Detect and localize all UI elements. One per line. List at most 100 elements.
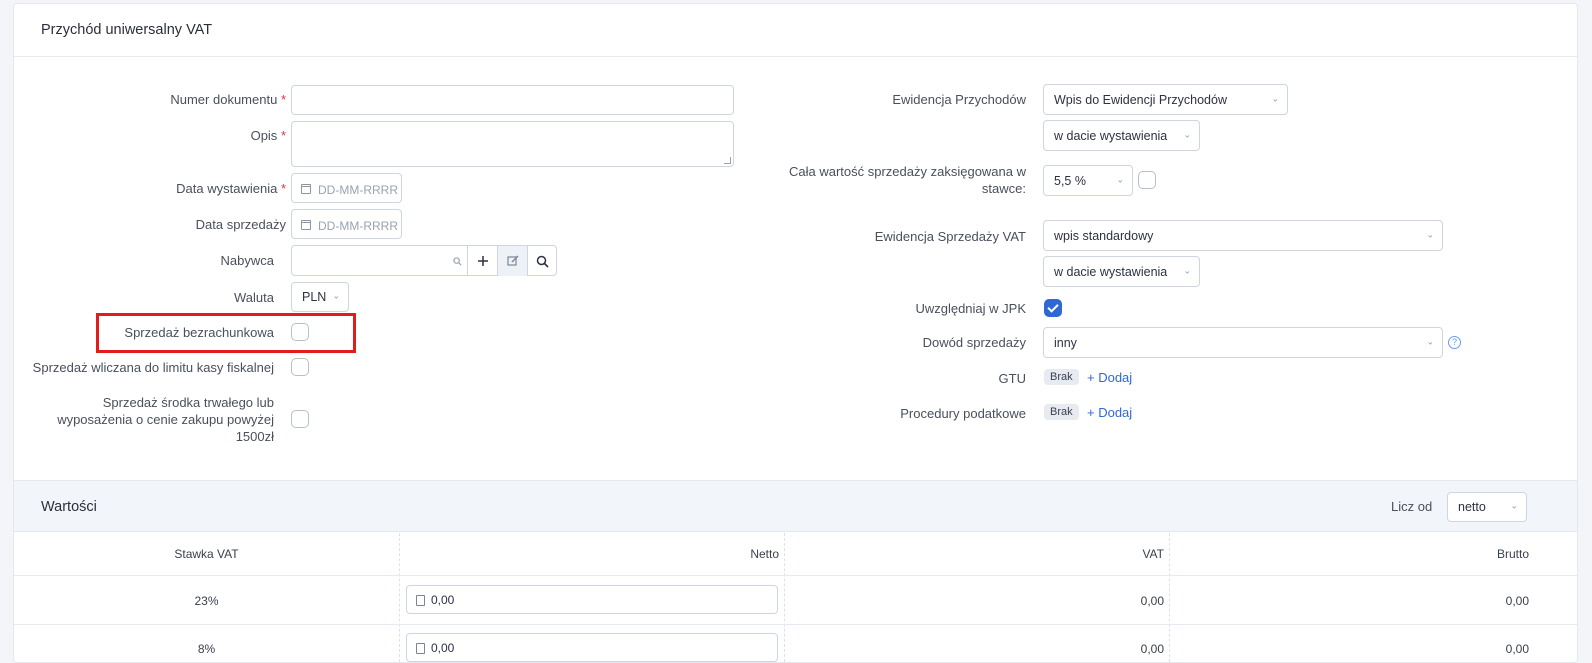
- card-header: Przychód uniwersalny VAT: [14, 4, 1577, 57]
- limit-kasy-label: Sprzedaż wliczana do limitu kasy fiskaln…: [32, 360, 274, 375]
- column-header-brutto: Brutto: [1496, 547, 1529, 561]
- column-header-vat: VAT: [1142, 547, 1164, 561]
- data-wystawienia-label: Data wystawienia *: [74, 180, 286, 197]
- chevron-down-icon: ⌄: [1116, 173, 1124, 184]
- row-divider: [14, 624, 1577, 625]
- nabywca-label: Nabywca: [220, 253, 274, 268]
- chevron-down-icon: ⌄: [1183, 128, 1191, 139]
- magnifier-icon: [536, 255, 549, 268]
- row-divider: [14, 575, 1577, 576]
- nabywca-group: [291, 245, 557, 276]
- licz-od-label: Licz od: [1391, 499, 1433, 514]
- ewidencja-przychodow-value: Wpis do Ewidencji Przychodów: [1054, 92, 1227, 107]
- srodek-line-3: 1500zł: [235, 429, 274, 444]
- dowod-sprzedazy-value: inny: [1054, 335, 1077, 350]
- limit-kasy-checkbox[interactable]: [291, 358, 309, 376]
- search-buyer-button[interactable]: [527, 246, 557, 276]
- row-brutto: 0,00: [1505, 594, 1529, 608]
- cala-wartosc-label: Cała wartość sprzedaży zaksięgowana w st…: [774, 163, 1026, 197]
- ewidencja-vat-select[interactable]: wpis standardowy ⌄: [1043, 220, 1443, 251]
- jpk-checkbox[interactable]: [1044, 299, 1062, 317]
- resize-handle[interactable]: [724, 157, 731, 164]
- dowod-sprzedazy-label: Dowód sprzedaży: [922, 335, 1026, 350]
- w-dacie-value: w dacie wystawienia: [1054, 264, 1168, 279]
- cala-wartosc-checkbox[interactable]: [1138, 171, 1156, 189]
- waluta-value: PLN: [302, 290, 327, 304]
- ewidencja-przychodow-date-select[interactable]: w dacie wystawienia ⌄: [1043, 120, 1200, 151]
- netto-input[interactable]: 0,00: [406, 585, 778, 614]
- waluta-label: Waluta: [234, 290, 274, 305]
- srodek-line-2: wyposażenia o cenie zakupu powyżej: [57, 412, 274, 427]
- chevron-down-icon: ⌄: [332, 290, 340, 301]
- edit-buyer-button[interactable]: [497, 246, 527, 276]
- data-sprzedazy-input[interactable]: DD-MM-RRRR: [291, 209, 402, 239]
- stawka-select[interactable]: 5,5 % ⌄: [1043, 165, 1133, 196]
- row-stawka: 23%: [194, 594, 219, 608]
- procedury-label: Procedury podatkowe: [900, 406, 1026, 421]
- netto-input[interactable]: 0,00: [406, 633, 778, 662]
- w-dacie-value: w dacie wystawienia: [1054, 128, 1168, 143]
- netto-value: 0,00: [431, 641, 455, 655]
- row-brutto: 0,00: [1505, 642, 1529, 656]
- calculator-icon: [416, 595, 425, 606]
- chevron-down-icon: ⌄: [1183, 264, 1191, 275]
- calculator-icon: [416, 643, 425, 654]
- data-wystawienia-input[interactable]: DD-MM-RRRR: [291, 173, 402, 203]
- cala-line-1: Cała wartość sprzedaży zaksięgowana w: [789, 164, 1026, 179]
- search-icon: [453, 257, 462, 266]
- calendar-icon: [301, 184, 311, 194]
- procedury-badge: Brak: [1044, 404, 1079, 420]
- gtu-add-link[interactable]: + Dodaj: [1087, 370, 1132, 385]
- date-placeholder: DD-MM-RRRR: [318, 219, 398, 233]
- column-header-stawka: Stawka VAT: [174, 547, 239, 561]
- chevron-down-icon: ⌄: [1510, 500, 1518, 511]
- data-sprzedazy-label: Data sprzedaży: [195, 217, 286, 232]
- srodek-line-1: Sprzedaż środka trwałego lub: [102, 395, 274, 410]
- data-wystawienia-text: Data wystawienia: [176, 181, 278, 196]
- values-title: Wartości: [41, 499, 97, 515]
- licz-od-select[interactable]: netto ⌄: [1447, 492, 1527, 522]
- add-buyer-button[interactable]: [467, 246, 497, 276]
- procedury-add-link[interactable]: + Dodaj: [1087, 405, 1132, 420]
- edit-icon: [506, 255, 518, 266]
- numer-dokumentu-text: Numer dokumentu: [170, 92, 278, 107]
- ewidencja-vat-date-select[interactable]: w dacie wystawienia ⌄: [1043, 256, 1200, 287]
- dowod-sprzedazy-select[interactable]: inny ⌄: [1043, 327, 1443, 358]
- help-icon[interactable]: ?: [1448, 336, 1461, 349]
- gtu-badge: Brak: [1044, 369, 1079, 385]
- chevron-down-icon: ⌄: [1271, 92, 1279, 103]
- required-mark: *: [280, 92, 286, 107]
- ewidencja-przychodow-label: Ewidencja Przychodów: [892, 92, 1026, 107]
- calendar-icon: [301, 220, 311, 230]
- opis-text: Opis: [250, 128, 278, 143]
- plus-icon: [477, 256, 488, 266]
- numer-dokumentu-input[interactable]: [291, 85, 734, 115]
- row-vat: 0,00: [1140, 594, 1164, 608]
- ewidencja-przychodow-select[interactable]: Wpis do Ewidencji Przychodów ⌄: [1043, 84, 1288, 115]
- nabywca-input[interactable]: [292, 246, 468, 276]
- date-placeholder: DD-MM-RRRR: [318, 183, 398, 197]
- column-header-netto: Netto: [750, 547, 779, 561]
- opis-textarea[interactable]: [291, 121, 734, 167]
- row-stawka: 8%: [197, 642, 216, 656]
- chevron-down-icon: ⌄: [1426, 335, 1434, 346]
- highlight-annotation-box: [96, 313, 356, 353]
- srodek-trwaly-label: Sprzedaż środka trwałego lub wyposażenia…: [34, 394, 274, 445]
- netto-value: 0,00: [431, 593, 455, 607]
- numer-dokumentu-label: Numer dokumentu *: [74, 91, 286, 108]
- gtu-label: GTU: [998, 371, 1026, 386]
- values-section-header: Wartości Licz od netto ⌄: [14, 480, 1577, 532]
- cala-line-2: stawce:: [981, 181, 1026, 196]
- opis-label: Opis *: [74, 127, 286, 144]
- ewidencja-vat-value: wpis standardowy: [1054, 228, 1154, 243]
- stawka-value: 5,5 %: [1054, 173, 1086, 188]
- row-vat: 0,00: [1140, 642, 1164, 656]
- waluta-select[interactable]: PLN ⌄: [291, 282, 349, 312]
- licz-od-value: netto: [1458, 500, 1486, 514]
- srodek-trwaly-checkbox[interactable]: [291, 410, 309, 428]
- ewidencja-vat-label: Ewidencja Sprzedaży VAT: [874, 229, 1026, 244]
- required-mark: *: [280, 181, 286, 196]
- jpk-label: Uwzględniaj w JPK: [915, 301, 1026, 316]
- required-mark: *: [280, 128, 286, 143]
- page-title: Przychód uniwersalny VAT: [41, 22, 213, 38]
